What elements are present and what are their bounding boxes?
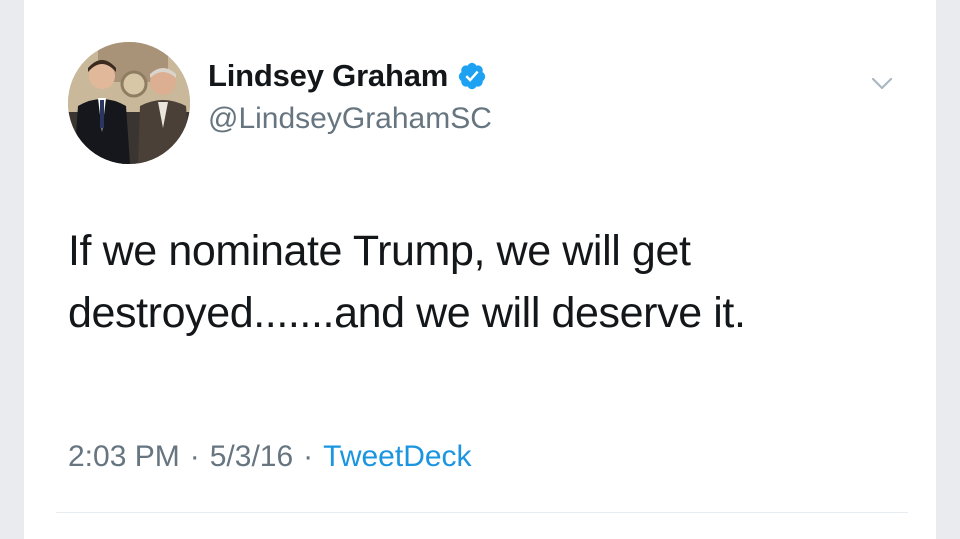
author-display-name[interactable]: Lindsey Graham — [208, 58, 448, 94]
verified-badge-icon — [457, 61, 487, 91]
author-handle[interactable]: @LindseyGrahamSC — [208, 102, 492, 136]
tweet-source-link[interactable]: TweetDeck — [323, 440, 471, 474]
avatar[interactable] — [68, 42, 190, 164]
meta-separator: · — [189, 440, 200, 473]
tweet-card: Lindsey Graham @LindseyGrahamSC If we no… — [24, 0, 936, 539]
divider — [56, 512, 908, 513]
avatar-photo — [68, 42, 190, 164]
chevron-down-icon[interactable] — [870, 74, 894, 94]
tweet-metadata: 2:03 PM · 5/3/16 · TweetDeck — [68, 440, 472, 474]
tweet-date[interactable]: 5/3/16 — [210, 440, 293, 474]
tweet-text: If we nominate Trump, we will get destro… — [68, 220, 898, 344]
tweet-time[interactable]: 2:03 PM — [68, 440, 180, 474]
tweet-text-line: If we nominate Trump, we will get — [68, 227, 691, 275]
author-row: Lindsey Graham — [208, 56, 487, 96]
meta-separator: · — [303, 440, 314, 473]
tweet-text-line: destroyed.......and we will deserve it. — [68, 289, 746, 337]
